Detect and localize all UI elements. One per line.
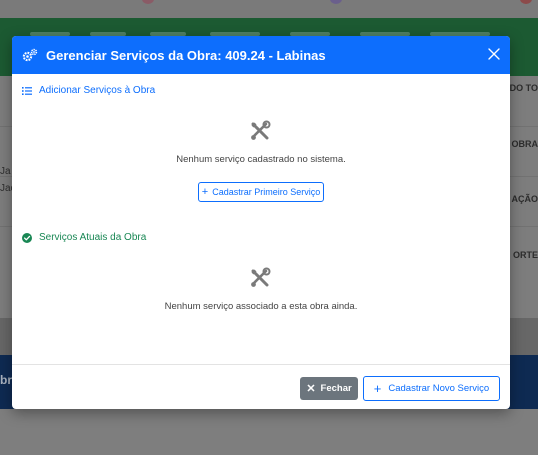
- no-services-system-text: Nenhum serviço cadastrado no sistema.: [176, 154, 346, 165]
- register-first-service-label: Cadastrar Primeiro Serviço: [212, 187, 321, 197]
- add-services-section-title: Adicionar Serviços à Obra: [22, 85, 155, 96]
- close-icon[interactable]: [487, 47, 501, 61]
- background-table-header: AÇÃO: [511, 194, 538, 204]
- background-topbar: [0, 0, 538, 18]
- register-first-service-button[interactable]: + Cadastrar Primeiro Serviço: [198, 182, 324, 202]
- modal-title: Gerenciar Serviços da Obra: 409.24 - Lab…: [46, 47, 326, 63]
- tools-icon: [251, 120, 271, 140]
- register-new-service-label: Cadastrar Novo Serviço: [388, 383, 490, 394]
- modal-footer: ✕ Fechar + Cadastrar Novo Serviço: [12, 364, 510, 409]
- current-services-title: Serviços Atuais da Obra: [39, 232, 147, 243]
- cogs-icon: [22, 48, 38, 62]
- add-services-title: Adicionar Serviços à Obra: [39, 85, 156, 96]
- background-table-header: DO TO: [509, 83, 538, 93]
- background-table-header: OBRA: [511, 139, 538, 149]
- background-table-header: ORTE: [512, 250, 538, 260]
- register-new-service-button[interactable]: + Cadastrar Novo Serviço: [363, 376, 500, 401]
- background-avatar: [142, 0, 154, 4]
- close-button-label: Fechar: [320, 383, 352, 394]
- close-button[interactable]: ✕ Fechar: [300, 377, 358, 400]
- background-avatar: [330, 0, 342, 4]
- background-bottom: [0, 409, 538, 455]
- background-avatar: [520, 0, 532, 4]
- check-circle-icon: [22, 232, 32, 243]
- background-cell: Ja: [0, 166, 11, 177]
- current-services-section-title: Serviços Atuais da Obra: [22, 232, 146, 243]
- plus-icon: +: [201, 185, 209, 198]
- close-icon: ✕: [306, 383, 316, 395]
- list-icon: [22, 86, 32, 95]
- modal-header: Gerenciar Serviços da Obra: 409.24 - Lab…: [12, 36, 510, 74]
- no-services-obra-text: Nenhum serviço associado a esta obra ain…: [164, 301, 358, 312]
- manage-services-modal: Gerenciar Serviços da Obra: 409.24 - Lab…: [12, 36, 510, 409]
- tools-icon: [251, 267, 271, 287]
- plus-icon: +: [373, 381, 382, 396]
